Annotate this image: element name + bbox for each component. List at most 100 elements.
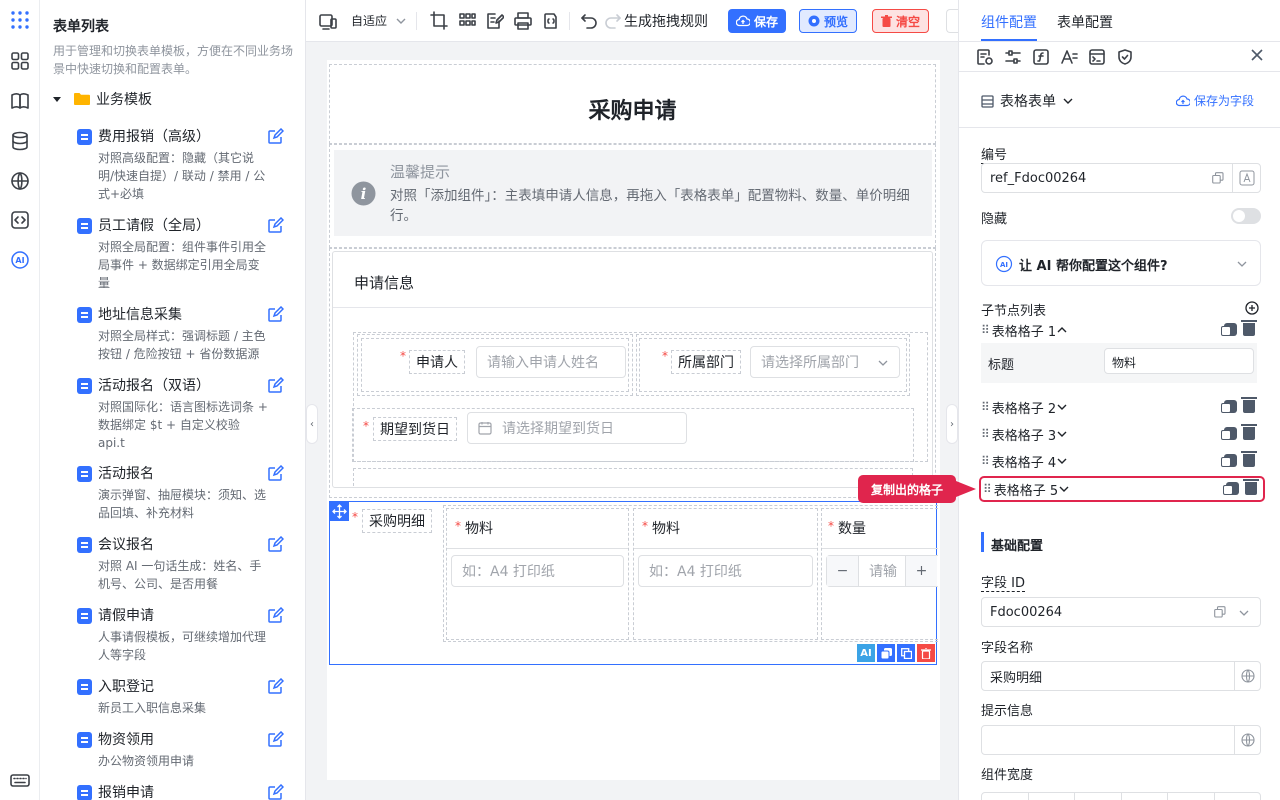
ai-button[interactable]: AI [857, 644, 875, 662]
apps-icon[interactable] [9, 9, 31, 31]
edit-icon[interactable] [267, 217, 284, 234]
field-dept[interactable]: * 所属部门 请选择所属部门 [639, 338, 907, 392]
field-id-field[interactable]: Fdoc00264 [981, 597, 1261, 627]
book-icon[interactable] [9, 90, 31, 112]
database-icon[interactable] [9, 130, 31, 152]
save-button[interactable]: 保存 [728, 9, 787, 33]
save-as-field-button[interactable]: 保存为字段 [1176, 92, 1254, 109]
child-row[interactable]: ⠿ 表格格子 2 [981, 394, 1261, 420]
edit-icon[interactable] [267, 128, 284, 145]
clear-button[interactable]: 清空 [872, 9, 930, 33]
text-style-icon[interactable] [1060, 48, 1078, 66]
collapse-right-button[interactable]: › [946, 404, 958, 444]
dept-select[interactable]: 请选择所属部门 [750, 346, 900, 378]
keyboard-icon[interactable] [9, 769, 31, 791]
crop-icon[interactable] [430, 11, 448, 31]
edit-icon[interactable] [267, 536, 284, 553]
edit-icon[interactable] [267, 465, 284, 482]
duplicate-button[interactable] [897, 644, 915, 662]
width-segmented[interactable] [981, 792, 1261, 800]
redo-icon[interactable] [604, 11, 622, 31]
print-icon[interactable] [514, 11, 532, 31]
field-applicant[interactable]: * 申请人 请输入申请人姓名 [361, 338, 629, 392]
width-option[interactable] [1029, 793, 1075, 800]
trash-icon[interactable] [1243, 479, 1259, 495]
hint-input[interactable] [981, 725, 1261, 755]
close-icon[interactable] [1250, 48, 1264, 62]
copy-icon[interactable] [1221, 400, 1237, 413]
adaptive-select[interactable]: 自适应 [351, 12, 407, 29]
undo-icon[interactable] [580, 11, 598, 31]
delete-button[interactable] [917, 644, 935, 662]
i18n-button[interactable] [1234, 662, 1260, 690]
increment-button[interactable]: + [905, 556, 937, 586]
child-row-highlighted[interactable]: ⠿ 表格格子 5 [979, 476, 1265, 502]
device-icon[interactable] [319, 11, 337, 31]
i18n-button[interactable] [1234, 726, 1260, 754]
copy-icon[interactable] [1214, 606, 1226, 618]
chevron-up-icon[interactable] [1056, 324, 1068, 336]
drag-handle[interactable] [330, 502, 349, 521]
json-icon[interactable] [542, 11, 560, 31]
copy-icon[interactable] [1223, 482, 1239, 495]
trash-icon[interactable] [1241, 424, 1257, 440]
grid-icon[interactable] [9, 50, 31, 72]
width-option[interactable] [1168, 793, 1215, 800]
width-option[interactable] [1075, 793, 1122, 800]
letter-a-button[interactable] [1232, 164, 1260, 192]
generate-rules-link[interactable]: 生成拖拽规则 [624, 11, 708, 31]
applicant-input[interactable]: 请输入申请人姓名 [476, 346, 626, 378]
grid-layout-icon[interactable] [458, 11, 476, 31]
tip-block[interactable]: i 温馨提示 对照「添加组件」：主表填申请人信息，再拖入「表格表单」配置物料、数… [329, 144, 936, 248]
title-block[interactable]: 采购申请 [329, 64, 936, 144]
copy-icon[interactable] [1221, 454, 1237, 467]
chevron-down-icon[interactable] [1056, 401, 1068, 413]
code-icon[interactable] [9, 209, 31, 231]
globe-icon[interactable] [9, 170, 31, 192]
preview-button[interactable]: 预览 [799, 9, 858, 33]
trash-icon[interactable] [1241, 320, 1257, 336]
table-cell-3[interactable]: * 数量 − 请输 + [821, 508, 938, 640]
ai-config-card[interactable]: AI 让 AI 帮你配置这个组件? [981, 240, 1261, 286]
copy-icon[interactable] [1221, 427, 1237, 440]
trash-icon[interactable] [1241, 397, 1257, 413]
edit-icon[interactable] [267, 306, 284, 323]
hidden-toggle[interactable] [1231, 208, 1261, 224]
field-date[interactable]: * 期望到货日 请选择期望到货日 [352, 408, 914, 462]
component-type-select[interactable]: 表格表单 [981, 91, 1074, 111]
collapse-left-button[interactable]: ‹ [306, 404, 318, 444]
sliders-icon[interactable] [1004, 48, 1022, 66]
date-picker[interactable]: 请选择期望到货日 [467, 412, 687, 444]
table-form-selected[interactable]: * 采购明细 * 物料 如：A4 打印纸 * 物料 如：A4 打印纸 * 数量 … [329, 501, 938, 665]
edit-doc-icon[interactable] [486, 11, 504, 31]
edit-icon[interactable] [267, 377, 284, 394]
shield-icon[interactable] [1116, 48, 1134, 66]
chevron-down-icon[interactable] [1056, 455, 1068, 467]
chevron-down-icon[interactable] [1058, 483, 1070, 495]
material-input[interactable]: 如：A4 打印纸 [638, 555, 813, 587]
code-window-icon[interactable] [1088, 48, 1106, 66]
edit-icon[interactable] [267, 784, 284, 800]
child-row[interactable]: ⠿ 表格格子 1 [981, 317, 1261, 343]
child-title-input[interactable]: 物料 [1104, 348, 1254, 374]
copy-icon[interactable] [1221, 323, 1237, 336]
table-cell-1[interactable]: * 物料 如：A4 打印纸 [446, 508, 629, 640]
table-cell-2[interactable]: * 物料 如：A4 打印纸 [633, 508, 818, 640]
add-circle-icon[interactable] [1245, 301, 1259, 315]
copy-icon[interactable] [1212, 172, 1224, 184]
chevron-down-icon[interactable] [1056, 428, 1068, 440]
copy-button[interactable] [877, 644, 895, 662]
quantity-stepper[interactable]: − 请输 + [826, 555, 938, 587]
material-input[interactable]: 如：A4 打印纸 [451, 555, 624, 587]
decrement-button[interactable]: − [827, 556, 859, 586]
function-icon[interactable] [1032, 48, 1050, 66]
code-field[interactable]: ref_Fdoc00264 [981, 163, 1261, 193]
more-button[interactable] [946, 9, 958, 33]
child-row[interactable]: ⠿ 表格格子 4 [981, 448, 1261, 474]
trash-icon[interactable] [1241, 451, 1257, 467]
ai-icon[interactable]: AI [9, 249, 31, 271]
chevron-down-icon[interactable] [1238, 607, 1250, 619]
width-option[interactable] [1122, 793, 1168, 800]
width-option[interactable] [1215, 793, 1261, 800]
props-icon[interactable] [976, 48, 994, 66]
